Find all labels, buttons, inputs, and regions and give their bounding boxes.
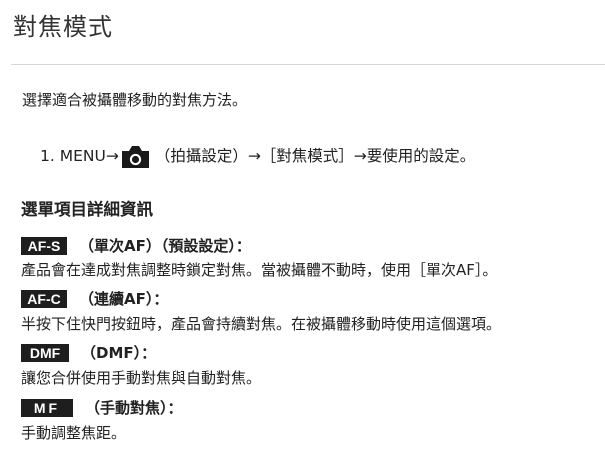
mode-dmf-label: （DMF）：	[81, 344, 157, 362]
step-prefix: 1. MENU→	[40, 147, 119, 165]
mode-afc-label: （連續AF）：	[79, 290, 169, 308]
camera-icon	[121, 146, 149, 168]
page-title: 對焦模式	[13, 13, 113, 41]
title-divider	[11, 64, 605, 65]
mode-afc-header: AF-C （連續AF）：	[21, 288, 168, 310]
mode-mf-description: 手動調整焦距。	[21, 424, 127, 442]
dmf-badge: DMF	[21, 344, 69, 362]
mode-mf-header: MF （手動對焦）：	[21, 397, 183, 419]
mode-afs-header: AF-S （單次AF）（預設設定）：	[21, 235, 251, 257]
afs-badge: AF-S	[21, 237, 67, 255]
mode-afs-description: 產品會在達成對焦調整時鎖定對焦。當被攝體不動時，使用［單次AF］。	[21, 261, 498, 279]
menu-step: 1. MENU→ （拍攝設定）→［對焦模式］→要使用的設定。	[40, 142, 475, 170]
mode-mf-label: （手動對焦）：	[85, 399, 183, 417]
section-heading: 選單項目詳細資訊	[21, 200, 153, 219]
mode-afs-label: （單次AF）（預設設定）：	[79, 237, 251, 255]
mode-dmf-description: 讓您合併使用手動對焦與自動對焦。	[21, 369, 262, 387]
mf-badge: MF	[21, 399, 73, 417]
mode-afc-description: 半按下住快門按鈕時，產品會持續對焦。在被攝體移動時使用這個選項。	[21, 315, 502, 333]
step-suffix: （拍攝設定）→［對焦模式］→要使用的設定。	[154, 147, 476, 165]
afc-badge: AF-C	[21, 290, 67, 308]
intro-text: 選擇適合被攝體移動的對焦方法。	[22, 91, 248, 109]
mode-dmf-header: DMF （DMF）：	[21, 342, 156, 364]
